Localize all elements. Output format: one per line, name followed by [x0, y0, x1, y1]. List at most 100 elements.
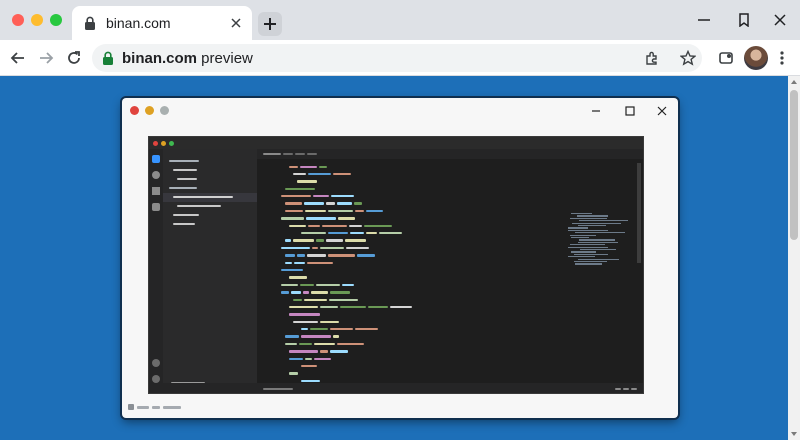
editor-code-area [257, 149, 643, 393]
address-bar[interactable]: binan.com preview [92, 44, 702, 72]
code-line [281, 340, 531, 347]
minimap-line [572, 222, 621, 224]
preview-zoom-dot[interactable] [160, 106, 169, 115]
zoom-window-dot[interactable] [50, 14, 62, 26]
code-line [281, 326, 531, 333]
editor-tabs [257, 149, 643, 159]
minimap-line [571, 251, 596, 253]
account-icon [152, 359, 160, 367]
minimize-window-dot[interactable] [31, 14, 43, 26]
code-line [281, 200, 531, 207]
minimap-line [570, 217, 607, 219]
tab-strip: binan.com [0, 0, 800, 40]
code-line [281, 237, 531, 244]
maximize-icon[interactable] [622, 103, 638, 119]
star-icon[interactable] [676, 46, 700, 70]
reload-icon[interactable] [62, 46, 86, 70]
minimap-line [579, 220, 628, 222]
code-line [281, 281, 531, 288]
minimap-line [574, 261, 607, 263]
extension-icon[interactable] [640, 46, 664, 70]
editor-titlebar [149, 137, 643, 149]
minimize-icon[interactable] [692, 8, 716, 32]
cast-icon[interactable] [714, 46, 738, 70]
editor-activity-bar [149, 149, 163, 393]
forward-arrow-icon[interactable] [34, 46, 58, 70]
kebab-menu-icon[interactable] [772, 46, 792, 70]
lock-icon [102, 51, 116, 65]
code-line [281, 170, 531, 177]
code-line [281, 178, 531, 185]
preview-window [122, 98, 678, 418]
code-line [281, 318, 531, 325]
code-lines [281, 163, 531, 385]
minimap-line [578, 225, 606, 227]
code-line [281, 355, 531, 362]
bookmark-icon[interactable] [732, 8, 756, 32]
code-editor-screenshot [148, 136, 644, 394]
avatar[interactable] [744, 46, 768, 70]
code-line [281, 333, 531, 340]
minimap-line [571, 237, 589, 239]
tab-title: binan.com [106, 15, 171, 31]
url-domain: binan.com [122, 49, 198, 67]
close-window-dot[interactable] [12, 14, 24, 26]
minimap-line [579, 239, 615, 241]
code-line [281, 222, 531, 229]
code-line [281, 296, 531, 303]
code-line [281, 348, 531, 355]
minimap-line [578, 241, 618, 243]
source-control-icon [152, 187, 160, 195]
code-line [281, 370, 531, 377]
url-rest: preview [197, 49, 253, 67]
minimap-line [568, 246, 608, 248]
page-viewport [0, 76, 788, 440]
code-line [281, 244, 531, 251]
minimap-line [571, 213, 592, 215]
minimap-line [577, 215, 608, 217]
code-line [281, 311, 531, 318]
minimize-icon[interactable] [588, 103, 604, 119]
gear-icon [152, 375, 160, 383]
close-icon[interactable] [768, 8, 792, 32]
minimap-line [580, 249, 616, 251]
scroll-thumb[interactable] [790, 90, 798, 240]
code-line [281, 266, 531, 273]
preview-footer [128, 402, 208, 412]
minimap-line [568, 227, 588, 229]
minimap-line [578, 258, 619, 260]
close-icon[interactable] [228, 15, 244, 31]
minimap-line [568, 256, 595, 258]
code-line [281, 274, 531, 281]
code-line [281, 193, 531, 200]
close-icon[interactable] [654, 103, 670, 119]
minimap-line [570, 234, 596, 236]
code-line [281, 363, 531, 370]
code-line [281, 252, 531, 259]
address-text: binan.com preview [122, 50, 253, 67]
editor-minimap [557, 163, 628, 283]
minimap-line [574, 253, 608, 255]
browser-toolbar: binan.com preview [0, 40, 800, 76]
new-tab-button[interactable] [258, 12, 282, 36]
code-line [281, 289, 531, 296]
code-line [281, 215, 531, 222]
code-line [281, 259, 531, 266]
preview-close-dot[interactable] [130, 106, 139, 115]
browser-tab[interactable]: binan.com [72, 6, 252, 40]
minimap-line [568, 229, 608, 231]
code-line [281, 207, 531, 214]
back-arrow-icon[interactable] [6, 46, 30, 70]
search-icon [152, 171, 160, 179]
explorer-icon [152, 155, 160, 163]
preview-minimize-dot[interactable] [145, 106, 154, 115]
lock-icon [84, 16, 98, 30]
editor-sidebar [163, 149, 257, 393]
minimap-line [570, 244, 605, 246]
extensions-icon [152, 203, 160, 211]
page-scrollbar[interactable] [788, 76, 800, 440]
code-line [281, 185, 531, 192]
editor-statusbar [149, 383, 643, 393]
code-line [281, 303, 531, 310]
editor-scrollbar[interactable] [637, 163, 641, 263]
